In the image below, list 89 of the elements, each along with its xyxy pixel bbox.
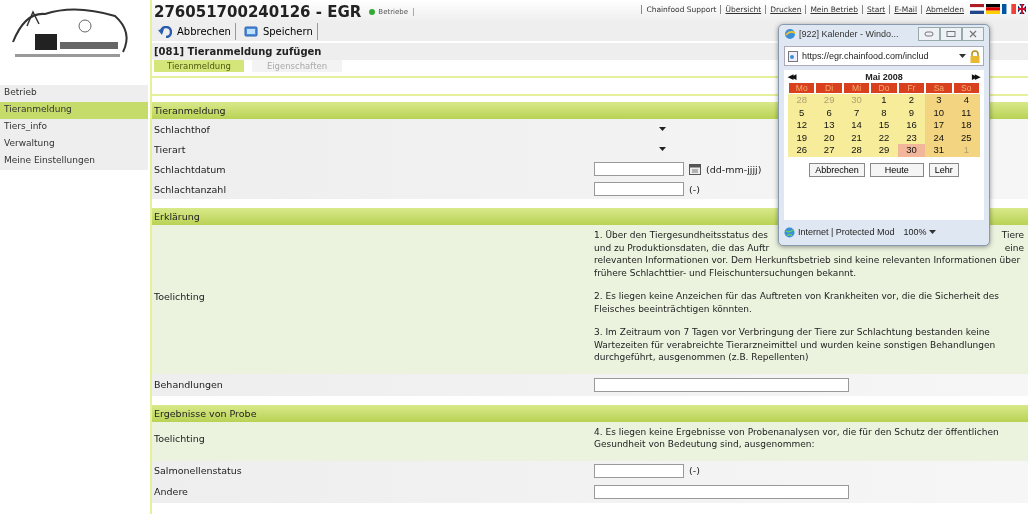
sidebar-item[interactable]: Tieranmeldung	[0, 102, 148, 119]
calendar-day[interactable]: 18	[952, 119, 980, 132]
field-label: Schlachtdatum	[153, 163, 227, 175]
calendar-day[interactable]: 3	[925, 94, 953, 107]
zoom-level[interactable]: 100%	[903, 227, 927, 237]
close-button[interactable]	[962, 27, 984, 41]
calendar-day[interactable]: 27	[815, 144, 843, 157]
format-hint: (dd-mm-jjjj)	[706, 163, 762, 175]
record-title: 276051700240126 - EGR	[154, 3, 362, 21]
weekday-header: Mo	[788, 82, 816, 94]
input-field[interactable]	[594, 463, 684, 478]
page-icon	[788, 50, 798, 62]
field-label: Schlachthof	[153, 123, 211, 135]
calendar-button[interactable]: Heute	[869, 162, 924, 177]
dropdown-icon[interactable]	[959, 54, 966, 58]
calendar-icon[interactable]	[689, 163, 701, 175]
weekday-header: Mi	[842, 82, 871, 94]
unit-hint: (-)	[689, 183, 700, 195]
calendar-day[interactable]: 15	[870, 119, 898, 132]
dropdown-icon	[659, 127, 666, 131]
dropdown-icon	[659, 147, 666, 151]
calendar-day[interactable]: 29	[870, 144, 898, 157]
calendar-day[interactable]: 31	[925, 144, 953, 157]
declaration-text: eine	[1004, 241, 1024, 254]
calendar-day[interactable]: 13	[815, 119, 843, 132]
flag-icon[interactable]	[1002, 4, 1016, 14]
declaration-text: Tiere	[1001, 229, 1024, 242]
weekday-header: Di	[815, 82, 843, 94]
calendar-day[interactable]: 2	[897, 94, 926, 107]
calendar-day[interactable]: 14	[842, 119, 871, 132]
toolbar-button[interactable]: Abbrechen	[154, 23, 236, 40]
globe-icon	[784, 226, 795, 238]
calendar-day[interactable]: 30	[897, 144, 926, 157]
input-field[interactable]	[594, 182, 684, 196]
maximize-button[interactable]	[940, 27, 962, 41]
field-label: Tierart	[153, 143, 187, 155]
calendar-day[interactable]: 4	[952, 94, 980, 107]
sidebar-item[interactable]: Betrieb	[0, 85, 148, 102]
sidebar-item[interactable]: Verwaltung	[0, 136, 148, 153]
minimize-button[interactable]	[918, 27, 940, 41]
month-title: Mai 2008	[865, 72, 903, 82]
weekday-header: Sa	[925, 82, 953, 94]
field-label: Andere	[153, 486, 189, 497]
declaration-text: und zu Produktionsdaten, die das Auftr	[594, 241, 770, 254]
address-bar[interactable]: https://egr.chainfood.com/includ	[784, 46, 984, 66]
sidebar-item[interactable]: Tiers_info	[0, 119, 148, 136]
field-label: Salmonellenstatus	[153, 465, 243, 476]
minimize-icon	[924, 31, 934, 37]
maximize-icon	[946, 31, 956, 37]
monitor-icon	[243, 25, 258, 38]
field-label: Toelichting	[153, 290, 206, 302]
input-field[interactable]	[594, 484, 849, 499]
dropdown-icon[interactable]	[929, 230, 937, 234]
tab[interactable]: Tieranmeldung	[154, 60, 244, 72]
window-title: [922] Kalender - Windo...	[799, 29, 899, 39]
weekday-header: So	[952, 82, 980, 94]
declaration-text: 4. Es liegen keine Ergebnisse von Probenanalysen vor, die für den Schutz der öffentlichen Gesundheit von Bedeutung sind, ausgenommen:	[594, 425, 1000, 451]
close-icon	[969, 30, 977, 38]
calendar-day[interactable]: 12	[788, 119, 816, 132]
flag-icon[interactable]	[1018, 4, 1026, 14]
flag-icon[interactable]	[970, 4, 984, 14]
date-field[interactable]	[594, 162, 684, 176]
toolbar-button[interactable]: Speichern	[239, 23, 318, 40]
field-label: Schlachtanzahl	[153, 183, 227, 195]
declaration-text: 2. Es liegen keine Anzeichen für das Auftreten von Krankheiten vor, die die Sicherheit des Fleisches beeinträchtigen könnten.	[594, 290, 1001, 315]
field-label: Behandlungen	[153, 379, 224, 390]
calendar-button[interactable]: Lehr	[928, 162, 959, 177]
field-label: Toelichting	[153, 432, 206, 444]
calendar-day[interactable]: 26	[788, 144, 816, 157]
weekday-header: Fr	[897, 82, 926, 94]
calendar-day[interactable]: 16	[897, 119, 926, 132]
declaration-text: relevanten Informationen vor. Dem Herkunftsbetrieb sind keine relevanten Informationen über	[594, 254, 1021, 267]
weekday-header: Do	[870, 82, 898, 94]
status-text: Internet | Protected Mod	[798, 227, 895, 237]
declaration-text: frühere Schlachttier- und Fleischuntersuchungen bekannt.	[594, 266, 857, 279]
declaration-text: 1. Über den Tiergesundheitsstatus des	[594, 229, 768, 242]
declaration-text: 3. Im Zeitraum von 7 Tagen vor Verbringung der Tiere zur Schlachtung bestanden keine Wartezeiten für verabreichte Tierarzneimittel und wurden keine sonstigen Behandlungen durchgeführt, ausgenommen (z.B. Repellenten)	[594, 326, 997, 364]
flag-icon[interactable]	[986, 4, 1000, 14]
calendar-button[interactable]: Abbrechen	[809, 162, 865, 177]
unit-hint: (-)	[689, 465, 700, 476]
undo-icon	[158, 25, 172, 38]
calendar-day[interactable]: 28	[842, 144, 871, 157]
input-field[interactable]	[594, 377, 849, 392]
lock-icon	[970, 49, 980, 63]
sidebar-item[interactable]: Meine Einstellungen	[0, 153, 148, 170]
section-header: Ergebnisse von Probe	[152, 404, 1028, 422]
browser-icon	[784, 28, 796, 40]
calendar-day[interactable]: 17	[925, 119, 953, 132]
calendar-day[interactable]: 1	[870, 94, 898, 107]
